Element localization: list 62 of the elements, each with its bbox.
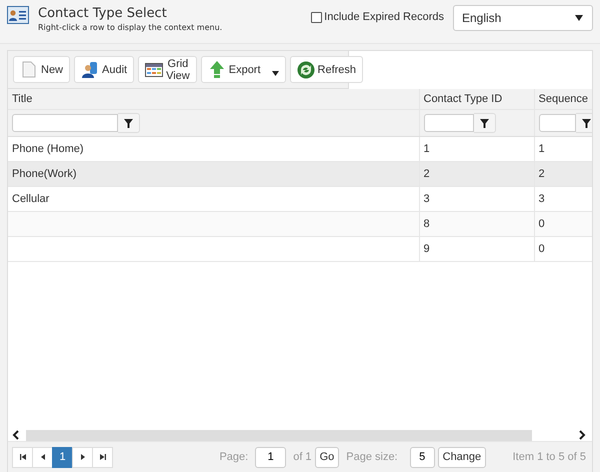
table-cell: 2: [538, 168, 545, 180]
filter-icon: [480, 118, 488, 128]
change-button[interactable]: Change: [438, 446, 486, 468]
page-count: of 1: [293, 451, 312, 463]
table-cell: Phone (Home): [12, 143, 84, 155]
item-summary: Item 1 to 5 of 5: [512, 451, 586, 463]
previous-page-icon: [40, 454, 46, 460]
table-cell: 9: [424, 243, 430, 255]
export-button[interactable]: Export: [200, 56, 286, 83]
language-dropdown[interactable]: English: [453, 5, 593, 31]
table-cell: 0: [538, 218, 545, 230]
include-expired-checkbox[interactable]: [311, 12, 322, 22]
filter-button[interactable]: [576, 113, 592, 133]
go-button[interactable]: Go: [314, 446, 340, 468]
filter-button[interactable]: [118, 113, 140, 133]
table-cell: 0: [538, 243, 545, 255]
refresh-button[interactable]: Refresh: [290, 56, 364, 83]
filter-button[interactable]: [474, 113, 496, 133]
next-page-button[interactable]: [72, 446, 93, 468]
scroll-left-icon[interactable]: [12, 430, 20, 440]
scrollbar-thumb[interactable]: [26, 430, 532, 440]
page-label: Page:: [219, 451, 248, 463]
table-cell: Cellular: [12, 193, 50, 205]
person-icon: [81, 60, 100, 78]
new-button[interactable]: New: [13, 56, 70, 83]
first-page-icon: [20, 454, 26, 460]
table-cell: 3: [424, 193, 430, 205]
filter-field[interactable]: [12, 114, 118, 132]
next-page-icon: [80, 454, 86, 460]
page-subtitle: Right-click a row to display the context menu.: [38, 23, 222, 32]
first-page-button[interactable]: [12, 446, 33, 468]
refresh-icon: [296, 60, 315, 78]
scroll-right-icon[interactable]: [578, 430, 586, 440]
page-field[interactable]: 1: [255, 446, 286, 468]
last-page-button[interactable]: [92, 446, 113, 468]
page-number-button[interactable]: 1: [52, 446, 73, 468]
grid-button[interactable]: Grid View: [138, 56, 197, 83]
table-cell: 1: [424, 143, 430, 155]
page-size-field[interactable]: 5: [410, 446, 435, 468]
filter-icon: [124, 118, 133, 128]
audit-button[interactable]: Audit: [74, 56, 134, 83]
column-header[interactable]: Title: [12, 93, 32, 105]
page-title: Contact Type Select: [38, 6, 168, 21]
filter-field[interactable]: [424, 114, 474, 132]
filter-field[interactable]: [538, 114, 576, 132]
table-cell: 1: [538, 143, 545, 155]
table-cell: Phone(Work): [12, 168, 77, 180]
include-expired-label[interactable]: Include Expired Records: [324, 11, 444, 23]
caret-icon: [575, 15, 583, 21]
table-cell: 3: [538, 193, 545, 205]
table-cell: 2: [424, 168, 430, 180]
table-cell: 8: [424, 218, 430, 230]
last-page-icon: [100, 454, 106, 460]
filter-icon: [582, 118, 590, 128]
table-row[interactable]: 9 0: [8, 236, 592, 262]
page-size-label: Page size:: [346, 451, 398, 463]
document-icon: [20, 60, 38, 78]
contact-card-icon: [7, 6, 29, 24]
caret-icon: [272, 71, 279, 76]
grid-icon: [145, 60, 164, 78]
previous-page-button[interactable]: [32, 446, 53, 468]
up-arrow-icon: [208, 60, 226, 78]
